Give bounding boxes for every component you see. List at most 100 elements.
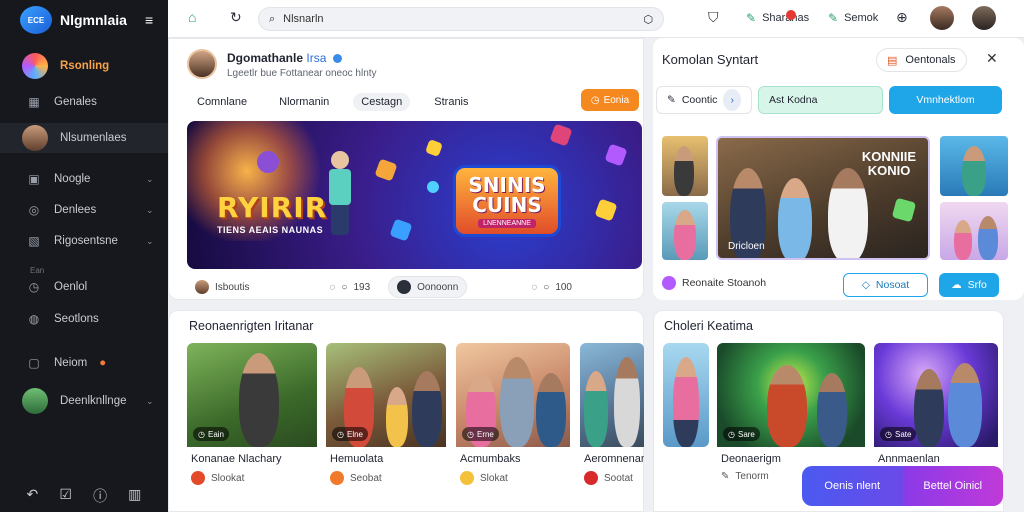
save-button-label: Srfo: [967, 279, 987, 291]
chip-contact[interactable]: ✎ Coontic ›: [656, 86, 752, 114]
sidebar-item-2[interactable]: Nlsumenlaes: [0, 123, 168, 153]
pencil-icon: ✎: [721, 471, 730, 482]
bookmark-icon[interactable]: ⛉: [708, 9, 719, 26]
sidebar-item-7[interactable]: ◍ Seotlons: [0, 304, 168, 334]
collection-tile-1[interactable]: ◷ Sare Deonaerigm ✎ Tenorm: [717, 343, 865, 482]
featured-video[interactable]: KONNIIE KONIO Dricloen: [716, 136, 930, 260]
clock-icon: ◷: [885, 429, 892, 439]
home-icon[interactable]: ⌂: [188, 9, 196, 25]
chip-ask[interactable]: Ast Kodna: [758, 86, 883, 114]
gallery-thumb[interactable]: [940, 136, 1008, 196]
sidebar-item-label: Deenlknllnge: [60, 395, 127, 407]
hero-banner[interactable]: RYIRIR TIENS AEAIS NAUNAS SNINIS CUINS L…: [187, 121, 642, 269]
recommended-tile-2[interactable]: ◷ Erne Acmumbaks Slokat: [456, 343, 570, 485]
tile-badge: ◷ Sate: [880, 427, 917, 441]
gallery-footer-item[interactable]: Reonaite Stoanoh: [662, 276, 766, 290]
close-icon[interactable]: ✕: [986, 50, 998, 67]
circle-icon: ○: [341, 281, 348, 293]
menu-icon[interactable]: ≡: [145, 12, 153, 28]
hero-subtitle: TIENS AEAIS NAUNAS: [217, 225, 324, 235]
top-link-2[interactable]: ✎ Semok: [828, 11, 878, 25]
cta-group: Oenis nlent Bettel Oinicl: [802, 466, 1003, 506]
sidebar-item-9[interactable]: Deenlknllnge ⌄: [0, 386, 168, 416]
search-icon: ⌕: [269, 12, 276, 25]
clock-icon: ◷: [337, 429, 344, 439]
star-decor: [425, 139, 443, 157]
gallery-thumb[interactable]: [940, 202, 1008, 260]
hero-author[interactable]: Isboutis: [187, 276, 257, 298]
profile-avatar[interactable]: [972, 6, 996, 30]
hero-stat-2-value: 100: [555, 281, 572, 293]
user-avatar[interactable]: [930, 6, 954, 30]
tab-3[interactable]: Stranis: [426, 93, 476, 111]
hero-channel[interactable]: Oonoonn: [388, 276, 468, 298]
avatar: [195, 280, 209, 294]
tile-badge: ◷ Erne: [462, 427, 499, 441]
tile-title: Annmaenlan: [878, 453, 940, 465]
sidebar-item-label: Rigosentsne: [54, 235, 118, 247]
block-decor: [891, 197, 917, 223]
primary-action-button[interactable]: Vmnhektlom: [889, 86, 1002, 114]
profile-name-text: Dgomathanle: [227, 51, 304, 65]
featured-label: Dricloen: [728, 241, 765, 252]
gallery-footer-label: Reonaite Stoanoh: [682, 277, 767, 289]
trash-icon[interactable]: ▥: [128, 486, 141, 506]
send-icon: ◇: [861, 279, 870, 291]
cta-left-button[interactable]: Oenis nlent: [802, 466, 903, 506]
hero-stat-2[interactable]: ◌ ○ 100: [523, 276, 580, 298]
tile-badge: ◷ Elne: [332, 427, 368, 441]
sidebar-item-1[interactable]: ▦ Genales: [0, 87, 168, 117]
sidebar: ECE Nlgmnlaia ≡ Rsonling ▦ Genales Nlsum…: [0, 0, 168, 512]
tab-1[interactable]: Nlormanin: [271, 93, 337, 111]
collection-tile-0[interactable]: [663, 343, 709, 447]
search-input[interactable]: [283, 13, 636, 25]
top-link-1[interactable]: ✎ Sharanas: [746, 11, 809, 25]
options-button[interactable]: ▤ Oentonals: [876, 48, 967, 72]
share-button[interactable]: ◇ Nosoat: [843, 273, 928, 297]
recommended-tile-1[interactable]: ◷ Elne Hemuolata Seobat: [326, 343, 446, 485]
search-bar[interactable]: ⌕ ⬡: [258, 7, 664, 31]
profile-action-button[interactable]: ◷ Eonia: [581, 89, 639, 111]
tag-icon[interactable]: ⬡: [643, 13, 653, 26]
sidebar-item-label: Genales: [54, 96, 97, 108]
primary-action-label: Vmnhektlom: [916, 94, 975, 106]
hero-stat-1[interactable]: ◌ ○ 193: [321, 276, 378, 298]
tab-2[interactable]: Cestagn: [353, 93, 411, 111]
chevron-down-icon: ⌄: [146, 235, 154, 246]
info-icon[interactable]: ⓘ: [93, 486, 107, 506]
eye-icon: ◌: [531, 281, 538, 293]
new-post-icon[interactable]: ⊕: [896, 9, 908, 26]
sidebar-item-6[interactable]: ◷ Oenlol: [0, 272, 168, 302]
back-icon[interactable]: ↶: [27, 486, 39, 506]
gallery-thumb[interactable]: [662, 202, 708, 260]
save-button[interactable]: ☁ Srfo: [939, 273, 999, 297]
gallery-thumb[interactable]: [662, 136, 708, 196]
options-button-label: Oentonals: [905, 54, 956, 66]
refresh-icon[interactable]: ↻: [230, 9, 242, 26]
sidebar-item-0[interactable]: Rsonling: [0, 51, 168, 81]
channel-icon: [662, 276, 676, 290]
sidebar-item-3[interactable]: ▣ Noogle ⌄: [0, 164, 168, 194]
tab-0[interactable]: Comnlane: [189, 93, 255, 111]
check-box-icon[interactable]: ☑: [59, 486, 72, 506]
hero-title: RYIRIR: [217, 191, 328, 224]
profile-name[interactable]: Dgomathanle Irsa: [227, 51, 342, 65]
brand[interactable]: ECE Nlgmnlaia: [20, 6, 127, 34]
avatar[interactable]: [187, 49, 217, 79]
block-decor: [374, 158, 398, 182]
recommended-tile-3[interactable]: Aeromnenan Sootat: [580, 343, 644, 485]
clipboard-icon: ▤: [887, 54, 898, 67]
tile-meta: Sootat: [580, 471, 644, 485]
collection-tile-2[interactable]: ◷ Sate Annmaenlan: [874, 343, 998, 465]
profile-subtitle: Lgeetlr bue Fottanear oneoc hlnty: [227, 68, 377, 79]
leaf-icon: ✎: [746, 11, 757, 25]
recommended-tile-0[interactable]: ◷ Eain Konanae Nlachary Slookat: [187, 343, 317, 485]
sidebar-item-8[interactable]: ▢ Neiom ●: [0, 348, 168, 378]
chevron-right-icon[interactable]: ›: [723, 89, 741, 111]
sidebar-item-5[interactable]: ▧ Rigosentsne ⌄: [0, 226, 168, 256]
hero-character: [327, 151, 353, 241]
hero-stat-1-value: 193: [353, 281, 371, 293]
cta-right-button[interactable]: Bettel Oinicl: [902, 466, 1003, 506]
sidebar-item-4[interactable]: ◎ Denlees ⌄: [0, 195, 168, 225]
block-decor: [549, 123, 573, 147]
